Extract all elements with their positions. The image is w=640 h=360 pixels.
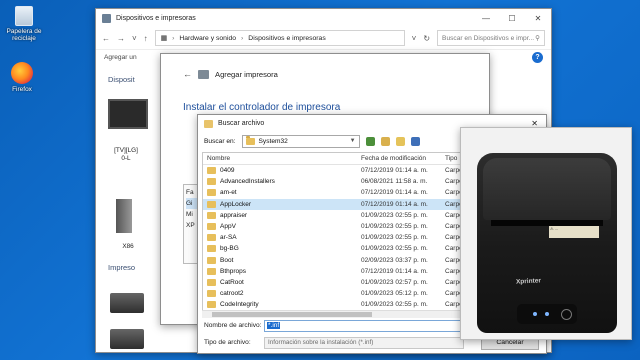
column-date[interactable]: Fecha de modificación <box>361 155 445 162</box>
address-bar[interactable]: ▦ › Hardware y sonido › Dispositivos e i… <box>154 30 405 46</box>
folder-icon <box>207 245 216 253</box>
folder-icon <box>207 211 216 219</box>
firefox-label: Firefox <box>12 86 32 93</box>
monitor-image[interactable] <box>108 99 148 129</box>
folder-icon: ▦ <box>160 35 168 42</box>
horizontal-scrollbar[interactable] <box>202 310 470 318</box>
chevron-down-icon: ▼ <box>349 138 356 144</box>
section-devices: Disposit <box>108 75 135 84</box>
computer-label: X86 <box>122 243 134 250</box>
printer-image-2[interactable] <box>110 329 144 349</box>
computer-image[interactable] <box>116 199 132 233</box>
breadcrumb-devices[interactable]: Dispositivos e impresoras <box>248 35 325 42</box>
up-folder-icon[interactable] <box>380 136 390 146</box>
recycle-bin-icon <box>15 6 33 26</box>
folder-icon <box>207 200 216 208</box>
help-icon[interactable]: ? <box>532 51 543 63</box>
forward-arrow-icon[interactable]: → <box>117 34 125 43</box>
firefox-icon <box>11 62 33 84</box>
new-folder-icon[interactable] <box>395 136 405 146</box>
file-name-label: Nombre de archivo: <box>204 322 262 329</box>
back-arrow-icon[interactable]: ← <box>183 69 192 79</box>
folder-icon <box>245 135 255 145</box>
section-printers: Impreso <box>108 263 136 272</box>
look-in-label: Buscar en: <box>204 137 236 145</box>
back-arrow-icon[interactable]: ← <box>102 34 110 43</box>
chevron-down-icon[interactable]: ˅ <box>132 34 137 43</box>
file-type-select[interactable]: Información sobre la instalación (*.inf) <box>264 337 464 349</box>
file-type-label: Tipo de archivo: <box>204 339 251 346</box>
devices-icon <box>102 13 111 23</box>
folder-icon <box>207 290 216 298</box>
scrollbar-thumb[interactable] <box>212 312 372 317</box>
minimize-button[interactable]: — <box>473 14 499 23</box>
close-button[interactable]: ✕ <box>525 14 551 23</box>
add-printer-heading: Instalar el controlador de impresora <box>183 102 341 113</box>
file-name-value: *.inf <box>267 322 281 329</box>
view-menu-icon[interactable] <box>410 136 420 146</box>
folder-icon <box>207 234 216 242</box>
folder-icon <box>204 119 213 128</box>
recycle-bin-shortcut[interactable]: Papelera de reciclaje <box>2 6 46 43</box>
recycle-bin-label: Papelera de reciclaje <box>6 28 42 43</box>
printer-brand: Xprinter <box>515 277 542 286</box>
add-printer-title: Agregar impresora <box>215 69 278 79</box>
search-input[interactable]: Buscar en Dispositivos e impr... ⚲ <box>437 30 545 46</box>
monitor-label: [TV][LG] 0-L <box>114 147 138 162</box>
look-in-value: System32 <box>258 137 288 145</box>
printer-lid <box>483 158 611 220</box>
breadcrumb-hardware[interactable]: Hardware y sonido <box>179 35 236 42</box>
folder-icon <box>207 256 216 264</box>
address-dropdown-icon[interactable]: ˅ <box>412 34 417 43</box>
file-name-input[interactable]: *.inf <box>264 320 464 332</box>
folder-icon <box>207 301 216 309</box>
folder-icon <box>207 167 216 175</box>
add-device-button[interactable]: Agregar un <box>104 54 137 61</box>
explorer-title: Dispositivos e impresoras <box>116 14 196 22</box>
folder-icon <box>207 189 216 197</box>
firefox-shortcut[interactable]: Firefox <box>0 62 44 93</box>
up-arrow-icon[interactable]: ↑ <box>144 34 148 43</box>
add-printer-header: ← Agregar impresora <box>161 54 489 94</box>
printer-image[interactable] <box>110 293 144 313</box>
status-led <box>533 312 537 316</box>
file-type-value: Información sobre la instalación (*.inf) <box>268 339 374 346</box>
back-icon[interactable] <box>365 136 375 146</box>
search-placeholder: Buscar en Dispositivos e impr... <box>442 34 535 42</box>
dialog-title: Buscar archivo <box>218 120 265 127</box>
look-in-select[interactable]: System32 ▼ <box>241 134 360 148</box>
column-name[interactable]: Nombre <box>203 155 361 162</box>
explorer-titlebar: Dispositivos e impresoras — ☐ ✕ <box>96 9 551 27</box>
folder-icon <box>207 223 216 231</box>
printer-icon <box>198 69 209 79</box>
maximize-button[interactable]: ☐ <box>499 14 525 23</box>
folder-icon <box>207 178 216 186</box>
folder-icon <box>207 267 216 275</box>
folder-icon <box>207 278 216 286</box>
status-led <box>545 312 549 316</box>
search-icon: ⚲ <box>535 35 540 42</box>
navigation-bar: ← → ˅ ↑ ▦ › Hardware y sonido › Disposit… <box>96 27 551 49</box>
power-button-icon <box>561 309 572 320</box>
refresh-icon[interactable]: ↻ <box>423 34 430 43</box>
warning-sticker: ⚠ ... <box>549 226 599 238</box>
printer-photo: ⚠ ... Xprinter <box>460 127 632 340</box>
